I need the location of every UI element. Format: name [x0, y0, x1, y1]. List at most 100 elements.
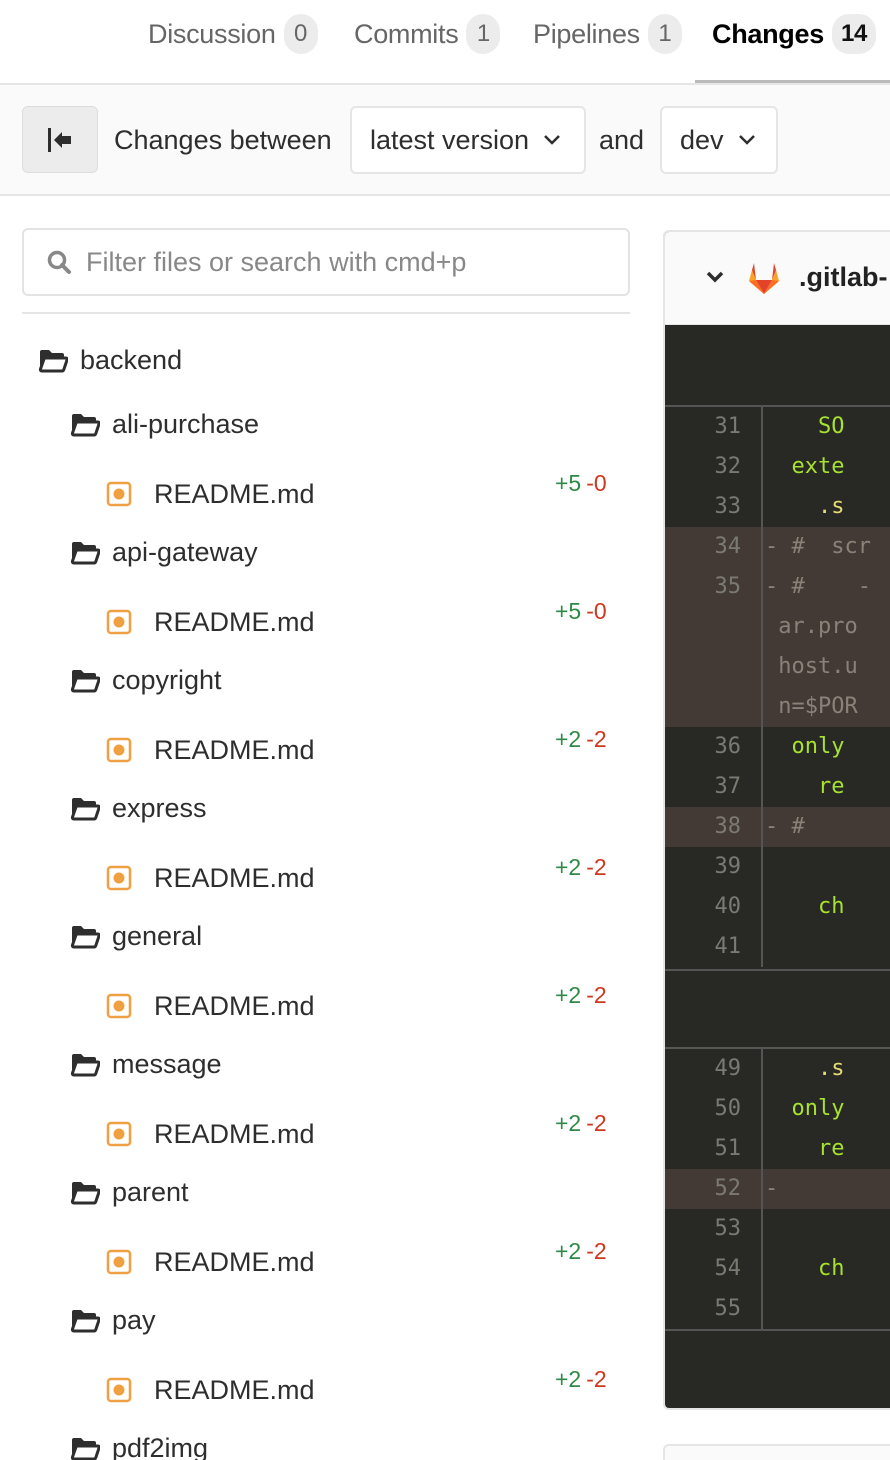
- tree-folder[interactable]: ali-purchase: [70, 404, 259, 444]
- tree-folder[interactable]: pdf2img: [70, 1428, 208, 1460]
- tree-folder[interactable]: express: [70, 788, 207, 828]
- tree-file[interactable]: README.md: [106, 1370, 315, 1410]
- toggle-file-tree-button[interactable]: [22, 106, 98, 173]
- line-number[interactable]: 41: [665, 927, 763, 967]
- file-filter[interactable]: [22, 228, 630, 296]
- chevron-down-icon[interactable]: [705, 270, 725, 284]
- folder-icon: [38, 350, 68, 373]
- line-number[interactable]: 31: [665, 407, 763, 447]
- tab-commits[interactable]: Commits 1: [354, 14, 501, 54]
- line-code: .s: [765, 487, 845, 527]
- line-number[interactable]: 54: [665, 1249, 763, 1289]
- tab-changes[interactable]: Changes 14: [712, 14, 877, 54]
- tab-discussion[interactable]: Discussion 0: [148, 14, 318, 54]
- and-label: and: [599, 125, 645, 155]
- diff-file-name[interactable]: .gitlab-: [799, 262, 888, 293]
- line-code: only: [765, 727, 844, 767]
- diff-line-context: 32 exte: [665, 447, 890, 487]
- code-text: SO: [765, 414, 845, 439]
- code-text: only: [765, 1096, 845, 1121]
- changes-between-label: Changes between: [114, 125, 332, 155]
- tree-file[interactable]: README.md: [106, 858, 315, 898]
- lines-added: +2: [555, 1366, 582, 1392]
- tree-folder[interactable]: message: [70, 1044, 222, 1084]
- tree-folder[interactable]: copyright: [70, 660, 222, 700]
- file-name: README.md: [154, 606, 315, 637]
- next-diff-file: [663, 1444, 890, 1460]
- hunk-separator: [665, 969, 890, 971]
- line-number[interactable]: 37: [665, 767, 763, 807]
- diff-file-header[interactable]: .gitlab-: [665, 232, 890, 325]
- lines-added: +2: [555, 1110, 582, 1136]
- folder-icon: [70, 670, 100, 693]
- line-number[interactable]: 33: [665, 487, 763, 527]
- sidebar-divider: [22, 312, 630, 314]
- source-version-dropdown[interactable]: latest version: [350, 106, 586, 174]
- line-number[interactable]: 51: [665, 1129, 763, 1169]
- line-number[interactable]: 34: [665, 527, 763, 567]
- code-text: - # -: [765, 574, 871, 599]
- diff-stats: +2 -2: [555, 726, 607, 753]
- line-number[interactable]: 40: [665, 887, 763, 927]
- tree-file[interactable]: README.md: [106, 1114, 315, 1154]
- diff-line-removed: n=$POR: [665, 687, 890, 727]
- diff-stats: +2 -2: [555, 854, 607, 881]
- modified-file-icon: [106, 993, 132, 1019]
- tree-file[interactable]: README.md: [106, 1242, 315, 1282]
- compare-bar: Changes between latest version and dev: [0, 85, 890, 196]
- line-number[interactable]: 55: [665, 1289, 763, 1329]
- line-code: - #: [765, 807, 805, 847]
- file-filter-input[interactable]: [86, 246, 606, 278]
- line-code: re: [765, 1129, 845, 1169]
- hunk-separator: [665, 1047, 890, 1049]
- line-number[interactable]: 35: [665, 567, 763, 607]
- folder-name: parent: [112, 1176, 189, 1207]
- line-number[interactable]: 52: [665, 1169, 763, 1209]
- code-text: only: [765, 734, 845, 759]
- tree-folder[interactable]: general: [70, 916, 202, 956]
- hunk-separator: [665, 1329, 890, 1331]
- diff-stats: +2 -2: [555, 1238, 607, 1265]
- lines-added: +5: [555, 470, 582, 496]
- tree-file[interactable]: README.md: [106, 986, 315, 1026]
- count-badge: 0: [283, 14, 318, 54]
- tab-pipelines[interactable]: Pipelines 1: [533, 14, 682, 54]
- tree-folder[interactable]: pay: [70, 1300, 156, 1340]
- folder-name: pdf2img: [112, 1432, 209, 1460]
- code-text: - #: [765, 814, 805, 839]
- lines-removed: -0: [586, 470, 607, 496]
- tree-folder[interactable]: api-gateway: [70, 532, 258, 572]
- line-number[interactable]: [665, 647, 763, 687]
- line-number[interactable]: [665, 607, 763, 647]
- chevron-down-icon: [738, 135, 755, 145]
- line-number[interactable]: [665, 687, 763, 727]
- tree-folder-backend[interactable]: backend: [38, 340, 182, 380]
- line-code: ch: [765, 1249, 845, 1289]
- modified-file-icon: [106, 737, 132, 763]
- diff-stats: +5 -0: [555, 470, 607, 497]
- folder-name: copyright: [112, 664, 222, 695]
- tree-folder[interactable]: parent: [70, 1172, 189, 1212]
- lines-added: +2: [555, 854, 582, 880]
- tree-file[interactable]: README.md: [106, 602, 315, 642]
- diff-line-context: 49 .s: [665, 1049, 890, 1089]
- lines-removed: -2: [586, 982, 607, 1008]
- folder-icon: [70, 798, 100, 821]
- line-number[interactable]: 38: [665, 807, 763, 847]
- file-name: README.md: [154, 734, 315, 765]
- line-number[interactable]: 32: [665, 447, 763, 487]
- lines-added: +2: [555, 1238, 582, 1264]
- file-name: README.md: [154, 1118, 315, 1149]
- diff-line-removed: host.u: [665, 647, 890, 687]
- tree-file[interactable]: README.md: [106, 474, 315, 514]
- line-number[interactable]: 50: [665, 1089, 763, 1129]
- line-number[interactable]: 36: [665, 727, 763, 767]
- code-text: .s: [765, 1056, 845, 1081]
- code-text: re: [765, 1136, 845, 1161]
- diff-line-context: 51 re: [665, 1129, 890, 1169]
- line-number[interactable]: 49: [665, 1049, 763, 1089]
- line-number[interactable]: 53: [665, 1209, 763, 1249]
- line-number[interactable]: 39: [665, 847, 763, 887]
- target-branch-dropdown[interactable]: dev: [660, 106, 778, 174]
- tree-file[interactable]: README.md: [106, 730, 315, 770]
